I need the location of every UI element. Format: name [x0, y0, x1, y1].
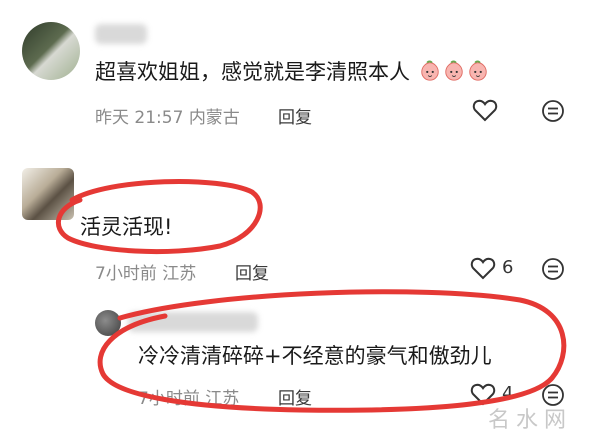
watermark: 名水网: [488, 408, 573, 433]
highlight-circle-2: [97, 289, 567, 413]
highlight-circle-1: [56, 179, 263, 255]
annotation-overlay: [56, 179, 567, 413]
